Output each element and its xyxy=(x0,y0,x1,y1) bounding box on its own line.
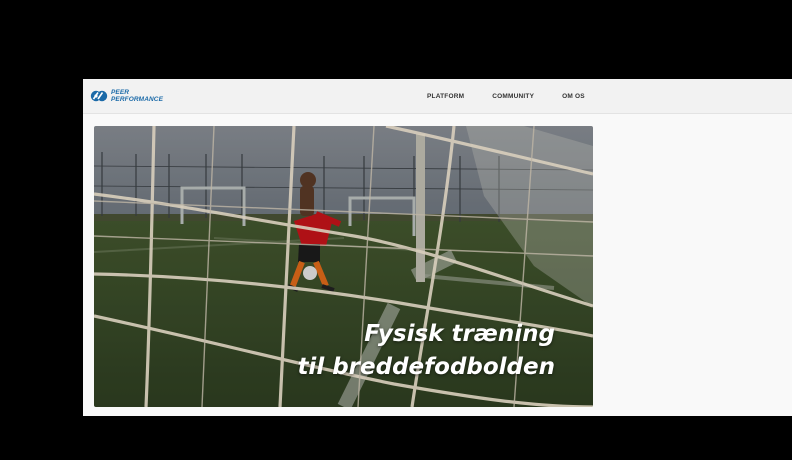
website: PEER PERFORMANCE PLATFORM COMMUNITY OM O… xyxy=(83,79,792,416)
nav-link-om-os[interactable]: OM OS xyxy=(562,93,585,100)
brand-name: PEER PERFORMANCE xyxy=(111,89,163,103)
nav-link-community[interactable]: COMMUNITY xyxy=(492,93,534,100)
top-navbar: PEER PERFORMANCE PLATFORM COMMUNITY OM O… xyxy=(83,79,792,114)
main-navigation: PLATFORM COMMUNITY OM OS xyxy=(427,79,613,113)
hero-headline: Fysisk træning til breddefodbolden xyxy=(297,318,555,384)
brand-logo[interactable]: PEER PERFORMANCE xyxy=(90,88,163,104)
hero-headline-line1: Fysisk træning xyxy=(364,321,555,347)
nav-link-platform[interactable]: PLATFORM xyxy=(427,93,464,100)
hero-headline-line2: til breddefodbolden xyxy=(297,354,555,380)
peer-performance-logo-icon xyxy=(90,90,108,102)
brand-name-line1: PEER xyxy=(111,89,130,96)
hero-banner: Fysisk træning til breddefodbolden xyxy=(94,126,593,407)
brand-name-line2: PERFORMANCE xyxy=(111,96,164,103)
